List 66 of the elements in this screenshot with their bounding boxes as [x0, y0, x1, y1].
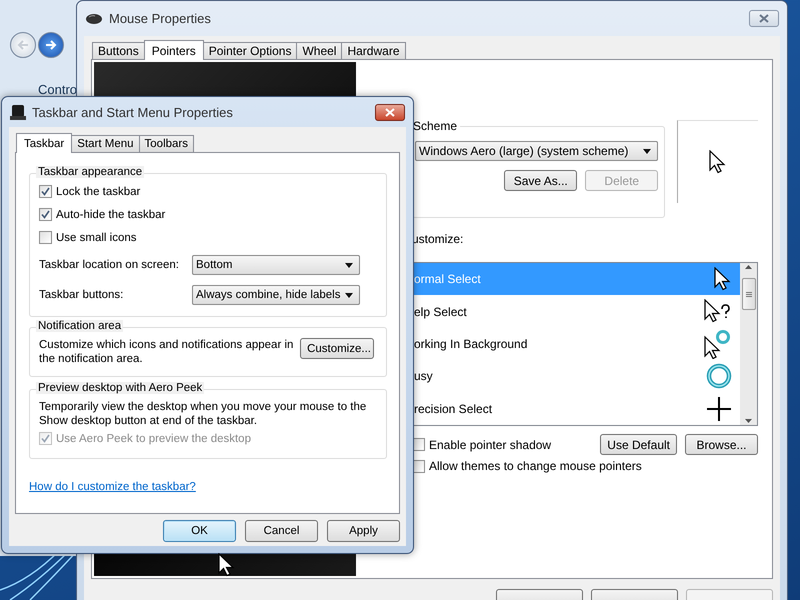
crosshair-cursor-icon: [706, 396, 732, 422]
dialog-button[interactable]: Cancel: [245, 520, 318, 542]
setting-label: Taskbar location on screen:: [39, 259, 179, 271]
right-arrow-icon: [45, 40, 57, 50]
tab[interactable]: Start Menu: [71, 135, 140, 152]
tab[interactable]: Toolbars: [138, 135, 194, 152]
left-arrow-icon: [17, 40, 29, 50]
tab[interactable]: Pointers: [144, 40, 204, 60]
caret-icon: [345, 262, 353, 268]
pointer-row[interactable]: usy: [413, 360, 740, 393]
checkbox[interactable]: [39, 231, 52, 244]
scheme-button[interactable]: Save As...: [504, 170, 578, 191]
pointer-button[interactable]: Browse...: [685, 434, 758, 455]
option-label: Allow themes to change mouse pointers: [429, 459, 642, 473]
nav-label[interactable]: Contro: [38, 82, 78, 97]
group-label: Scheme: [413, 119, 460, 133]
mouse-icon: [85, 12, 103, 24]
dialog-button[interactable]: OK: [163, 520, 236, 542]
arrow-ring-cursor-icon: [704, 329, 732, 360]
tab[interactable]: Pointer Options: [202, 42, 298, 59]
group-label: Taskbar appearance: [36, 166, 144, 178]
scrollbar[interactable]: [740, 263, 757, 425]
group-label: Notification area: [36, 320, 124, 332]
tab[interactable]: Hardware: [341, 42, 406, 59]
window-title: Taskbar and Start Menu Properties: [32, 104, 233, 120]
help-link[interactable]: How do I customize the taskbar?: [29, 481, 196, 493]
close-button[interactable]: [375, 104, 405, 120]
tab[interactable]: Wheel: [296, 42, 342, 59]
checkbox-label: Auto-hide the taskbar: [56, 208, 166, 220]
checkbox[interactable]: [39, 208, 52, 221]
back-button[interactable]: [10, 32, 36, 58]
scheme-dropdown[interactable]: Windows Aero (large) (system scheme): [415, 141, 658, 161]
pointer-button[interactable]: Use Default: [600, 434, 677, 455]
ring-cursor-icon: [706, 363, 732, 390]
tab[interactable]: Buttons: [92, 42, 145, 59]
dialog-button[interactable]: Apply: [327, 520, 400, 542]
group-label: Preview desktop with Aero Peek: [36, 382, 204, 394]
tab[interactable]: Taskbar: [16, 133, 72, 153]
window-title: Mouse Properties: [109, 11, 211, 26]
down-arrow-icon: [745, 419, 752, 423]
pointer-row[interactable]: recision Select: [413, 392, 740, 426]
description-text: Temporarily view the desktop when you move your mouse to the Show desktop button at end of the taskbar.: [39, 400, 368, 428]
arrow-cursor-icon: [709, 150, 728, 174]
customize-button[interactable]: Customize...: [300, 338, 374, 359]
arrow-question-cursor-icon: [704, 299, 732, 324]
setting-dropdown[interactable]: Always combine, hide labels: [192, 285, 360, 305]
checkbox[interactable]: [39, 185, 52, 198]
up-arrow-icon: [745, 265, 752, 269]
caret-icon: [345, 292, 353, 298]
arrow-cursor-icon: [714, 266, 732, 292]
checkbox-label: Lock the taskbar: [56, 186, 140, 198]
caret-icon: [643, 148, 652, 154]
pointer-row[interactable]: elp Select: [413, 295, 740, 328]
grip-icon: [746, 292, 752, 296]
scroll-thumb[interactable]: [742, 278, 756, 310]
option-label: Enable pointer shadow: [429, 438, 552, 452]
setting-label: Taskbar buttons:: [39, 289, 124, 301]
setting-dropdown[interactable]: Bottom: [192, 255, 360, 275]
pointer-row[interactable]: orking In Background: [413, 328, 740, 360]
taskbar-icon: [10, 104, 26, 120]
checkbox-label: Use small icons: [56, 232, 137, 244]
close-icon: [385, 108, 395, 116]
description-text: Customize which icons and notifications appear in the notification area.: [39, 338, 294, 366]
close-icon: [759, 14, 769, 23]
checkbox-label: Use Aero Peek to preview the desktop: [56, 432, 251, 444]
forward-button[interactable]: [38, 32, 64, 58]
